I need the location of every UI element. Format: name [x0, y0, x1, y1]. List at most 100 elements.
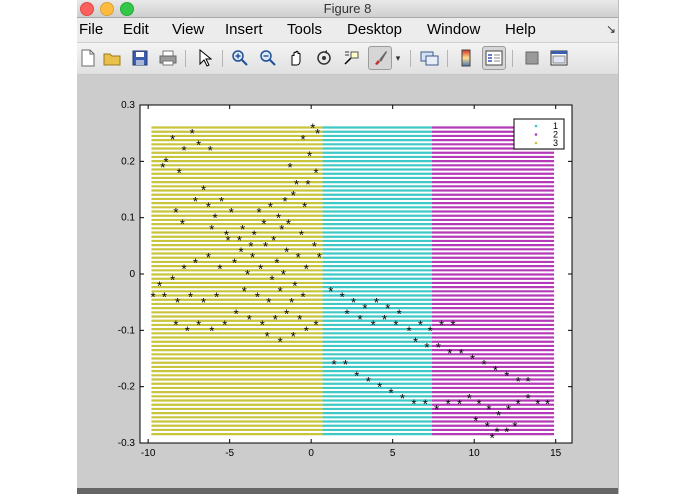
menu-edit[interactable]: Edit [123, 21, 149, 38]
hide-plot-tools-icon[interactable] [522, 48, 542, 68]
x-tick-label: -10 [141, 448, 156, 459]
arrow-icon[interactable]: ↘ [606, 22, 616, 36]
data-point: * [181, 261, 186, 276]
menu-help[interactable]: Help [505, 21, 536, 38]
menu-view[interactable]: View [172, 21, 204, 38]
show-plot-tools-icon[interactable] [549, 48, 569, 68]
data-point: * [351, 295, 356, 310]
data-point: * [418, 318, 423, 333]
link-icon[interactable] [420, 48, 440, 68]
data-point: * [516, 397, 521, 412]
data-point: * [268, 199, 273, 214]
data-point: * [506, 402, 511, 417]
zoom-in-icon[interactable] [230, 48, 250, 68]
data-point: * [289, 295, 294, 310]
data-point: * [219, 194, 224, 209]
data-point: * [237, 233, 242, 248]
data-point: * [411, 397, 416, 412]
data-point: * [302, 199, 307, 214]
toolbar-separator [512, 50, 513, 67]
data-point: * [366, 374, 371, 389]
y-tick-label: 0.3 [121, 100, 135, 111]
data-point: * [291, 188, 296, 203]
data-point: * [170, 132, 175, 147]
data-point: * [314, 166, 319, 181]
data-point: * [173, 318, 178, 333]
data-point: * [283, 194, 288, 209]
data-point: * [406, 323, 411, 338]
pan-icon[interactable] [286, 48, 306, 68]
menu-bar: File Edit View Insert Tools Desktop Wind… [77, 18, 618, 43]
data-point: * [300, 132, 305, 147]
data-point: * [261, 216, 266, 231]
zoom-out-icon[interactable] [258, 48, 278, 68]
data-point: * [354, 368, 359, 383]
data-point: * [209, 323, 214, 338]
data-point: * [331, 357, 336, 372]
toolbar-separator [447, 50, 448, 67]
data-point: * [151, 290, 156, 305]
data-point: * [470, 352, 475, 367]
data-point: * [535, 397, 540, 412]
print-icon[interactable] [158, 48, 178, 68]
brush-icon[interactable] [368, 46, 392, 70]
data-point: * [300, 290, 305, 305]
data-point: * [180, 216, 185, 231]
y-tick-label: -0.1 [118, 325, 136, 336]
menu-insert[interactable]: Insert [225, 21, 263, 38]
data-point: * [286, 216, 291, 231]
menu-tools[interactable]: Tools [287, 21, 322, 38]
data-point: * [196, 137, 201, 152]
x-tick-label: 15 [550, 448, 562, 459]
data-point: * [413, 335, 418, 350]
data-point: * [281, 267, 286, 282]
colorbar-icon[interactable] [456, 48, 476, 68]
data-point: * [525, 374, 530, 389]
data-point: * [423, 397, 428, 412]
data-point: * [459, 346, 464, 361]
data-point: * [358, 312, 363, 327]
scatter-plot[interactable]: ****** **** * ** ** ********* ******* **** *** **… [77, 75, 618, 490]
data-point: * [266, 295, 271, 310]
open-icon[interactable] [102, 48, 122, 68]
data-point: * [477, 397, 482, 412]
data-point: * [493, 363, 498, 378]
data-point: * [188, 290, 193, 305]
pointer-icon[interactable] [195, 48, 215, 68]
legend-marker [534, 141, 538, 145]
data-point: * [389, 385, 394, 400]
y-tick-label: 0.1 [121, 213, 135, 224]
data-point: * [265, 329, 270, 344]
toolbar-separator [222, 50, 223, 67]
menu-desktop[interactable]: Desktop [347, 21, 402, 38]
data-point: * [229, 205, 234, 220]
title-bar[interactable]: Figure 8 [77, 0, 618, 18]
menu-file[interactable]: File [79, 21, 103, 38]
legend-icon[interactable] [482, 46, 506, 70]
data-point: * [377, 380, 382, 395]
legend[interactable]: 123 [513, 118, 565, 150]
rotate-3d-icon[interactable] [314, 48, 334, 68]
new-figure-icon[interactable] [78, 48, 98, 68]
data-point: * [450, 318, 455, 333]
data-point: * [287, 160, 292, 175]
save-icon[interactable] [130, 48, 150, 68]
data-point: * [424, 340, 429, 355]
figure-toolbar: ▾ [77, 43, 618, 75]
data-point: * [232, 256, 237, 271]
data-point: * [273, 312, 278, 327]
data-point: * [496, 408, 501, 423]
data-point: * [486, 402, 491, 417]
figure-canvas[interactable]: * * * * * * * * * * * * * * * * * * * * * * * * * * * * * * * * * * * * * * * *… [77, 75, 618, 490]
x-tick-label: 5 [390, 448, 396, 459]
data-point: * [196, 318, 201, 333]
data-point: * [209, 222, 214, 237]
data-cursor-icon[interactable] [341, 48, 361, 68]
menu-window[interactable]: Window [427, 21, 480, 38]
data-point: * [340, 290, 345, 305]
data-point: * [545, 397, 550, 412]
data-point: * [297, 312, 302, 327]
brush-dropdown-icon[interactable]: ▾ [393, 48, 403, 68]
data-point: * [439, 318, 444, 333]
data-point: * [481, 357, 486, 372]
